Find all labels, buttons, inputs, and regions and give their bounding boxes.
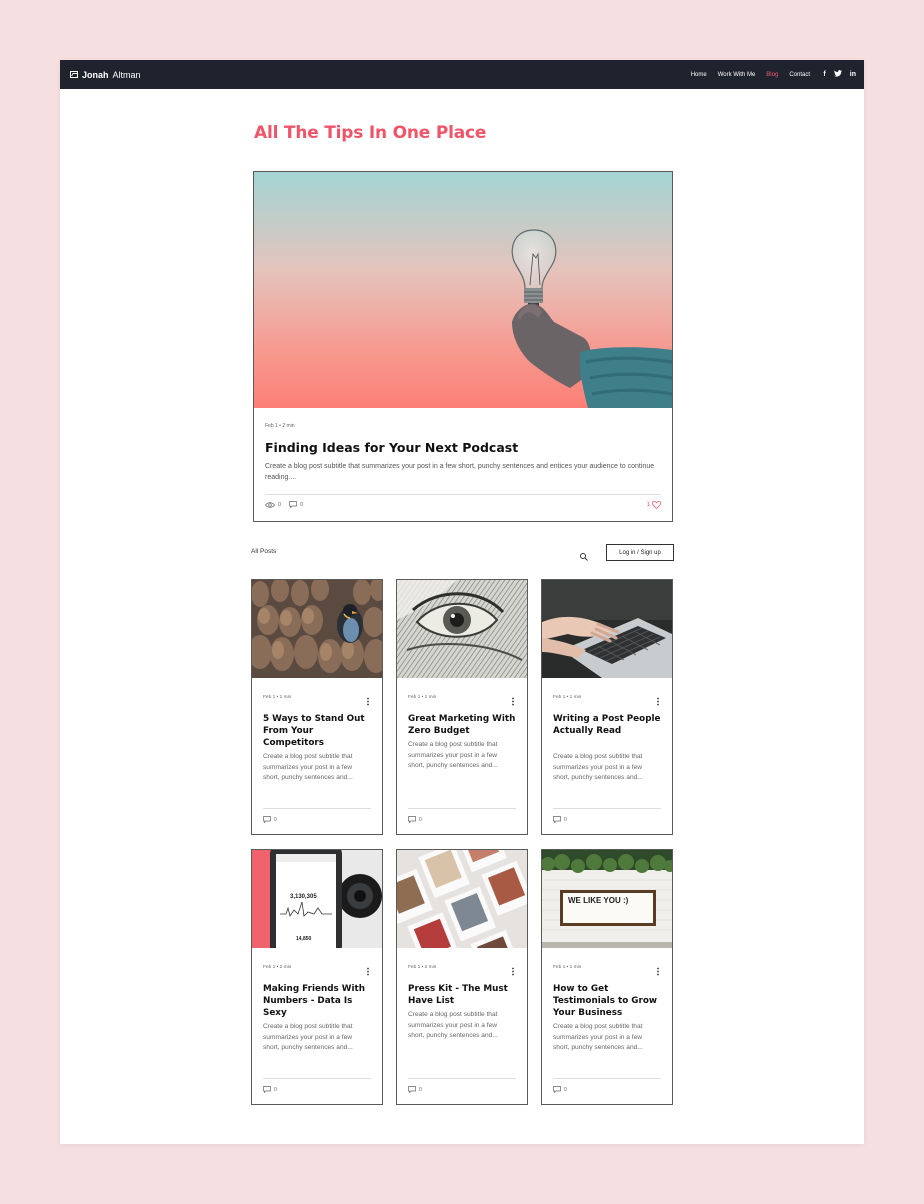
nav-blog[interactable]: Blog xyxy=(766,72,778,78)
page-title: All The Tips In One Place xyxy=(254,123,487,143)
post-image-phone-stats: 3,130,305 14,850 xyxy=(252,850,382,948)
post-excerpt: Create a blog post subtitle that summari… xyxy=(263,753,353,781)
more-options-icon[interactable] xyxy=(655,963,661,976)
page-frame: Jonah Altman Home Work With Me Blog Cont… xyxy=(60,60,864,1144)
post-card[interactable]: Feb 1 • 1 min 5 Ways to Stand Out From Y… xyxy=(251,579,383,835)
login-signup-button[interactable]: Log in / Sign up xyxy=(606,544,674,561)
like-button[interactable]: 1 xyxy=(647,501,661,509)
comment-icon xyxy=(408,816,416,823)
post-card[interactable]: WE LIKE YOU :) Feb 1 • 1 min How to Get … xyxy=(541,849,673,1105)
social-links: f in xyxy=(823,60,856,89)
site-brand[interactable]: Jonah Altman xyxy=(70,60,141,89)
comments-count: 0 xyxy=(300,501,304,508)
eye-icon xyxy=(265,501,275,508)
phone-stat-value-2: 14,850 xyxy=(296,936,312,942)
post-meta: Feb 1 • 2 min xyxy=(408,965,437,970)
comments-counter[interactable]: 0 xyxy=(553,816,567,823)
brand-first-name: Jonah xyxy=(82,69,109,80)
comment-icon xyxy=(289,501,297,508)
twitter-icon[interactable] xyxy=(833,70,842,79)
comments-counter[interactable]: 0 xyxy=(553,1086,567,1093)
post-image-laptop-typing xyxy=(542,580,672,678)
main-menu: Home Work With Me Blog Contact xyxy=(691,60,810,89)
more-options-icon[interactable] xyxy=(510,693,516,706)
sign-text: WE LIKE YOU :) xyxy=(568,896,629,905)
featured-post-meta: Feb 1 • 2 min xyxy=(265,423,295,429)
divider xyxy=(408,808,516,809)
all-posts-filter[interactable]: All Posts xyxy=(251,548,276,555)
heart-icon xyxy=(652,501,661,509)
post-image-penguins xyxy=(252,580,382,678)
divider xyxy=(553,1078,661,1079)
post-meta: Feb 1 • 1 min xyxy=(263,695,292,700)
post-image-photo-prints xyxy=(397,850,527,948)
featured-post-stats: 0 0 xyxy=(265,501,303,508)
comments-counter[interactable]: 0 xyxy=(263,816,277,823)
comment-icon xyxy=(408,1086,416,1093)
facebook-icon[interactable]: f xyxy=(823,71,825,78)
comments-counter[interactable]: 0 xyxy=(408,1086,422,1093)
more-options-icon[interactable] xyxy=(365,693,371,706)
divider xyxy=(408,1078,516,1079)
post-title[interactable]: Writing a Post People Actually Read xyxy=(553,713,665,737)
divider xyxy=(263,808,371,809)
comments-count: 0 xyxy=(564,816,567,823)
post-title[interactable]: Making Friends With Numbers - Data Is Se… xyxy=(263,983,375,1019)
top-nav-bar: Jonah Altman Home Work With Me Blog Cont… xyxy=(60,60,864,89)
comments-counter[interactable]: 0 xyxy=(289,501,303,508)
post-image-we-like-you-sign: WE LIKE YOU :) xyxy=(542,850,672,948)
featured-post-excerpt: Create a blog post subtitle that summari… xyxy=(265,463,655,481)
brand-last-name: Altman xyxy=(112,69,141,80)
post-image-banknote-eye xyxy=(397,580,527,678)
comment-icon xyxy=(263,1086,271,1093)
post-excerpt: Create a blog post subtitle that summari… xyxy=(553,753,643,781)
post-title[interactable]: 5 Ways to Stand Out From Your Competitor… xyxy=(263,713,375,749)
divider xyxy=(553,808,661,809)
logo-icon xyxy=(70,71,78,78)
comments-count: 0 xyxy=(274,1086,277,1093)
comment-icon xyxy=(263,816,271,823)
search-icon[interactable] xyxy=(579,549,589,561)
more-options-icon[interactable] xyxy=(655,693,661,706)
comments-counter[interactable]: 0 xyxy=(408,816,422,823)
comments-count: 0 xyxy=(419,1086,422,1093)
post-card[interactable]: Feb 1 • 1 min Writing a Post People Actu… xyxy=(541,579,673,835)
comment-icon xyxy=(553,1086,561,1093)
comments-counter[interactable]: 0 xyxy=(263,1086,277,1093)
post-meta: Feb 1 • 1 min xyxy=(553,695,582,700)
post-card[interactable]: Feb 1 • 1 min Great Marketing With Zero … xyxy=(396,579,528,835)
post-card[interactable]: 3,130,305 14,850 Feb 1 • 2 min Making Fr… xyxy=(251,849,383,1105)
post-excerpt: Create a blog post subtitle that summari… xyxy=(263,1023,353,1051)
likes-count: 1 xyxy=(646,502,650,508)
nav-contact[interactable]: Contact xyxy=(789,72,810,78)
post-title[interactable]: Press Kit - The Must Have List xyxy=(408,983,520,1007)
comments-count: 0 xyxy=(419,816,422,823)
post-title[interactable]: How to Get Testimonials to Grow Your Bus… xyxy=(553,983,665,1019)
post-title[interactable]: Great Marketing With Zero Budget xyxy=(408,713,520,737)
comment-icon xyxy=(553,816,561,823)
views-count: 0 xyxy=(278,501,282,508)
featured-post-image xyxy=(254,172,672,408)
linkedin-icon[interactable]: in xyxy=(850,71,856,78)
nav-home[interactable]: Home xyxy=(691,72,707,78)
post-excerpt: Create a blog post subtitle that summari… xyxy=(408,741,498,769)
divider xyxy=(265,494,661,495)
post-meta: Feb 1 • 1 min xyxy=(553,965,582,970)
post-excerpt: Create a blog post subtitle that summari… xyxy=(553,1023,643,1051)
divider xyxy=(263,1078,371,1079)
post-meta: Feb 1 • 1 min xyxy=(408,695,437,700)
featured-post-card[interactable]: Feb 1 • 2 min Finding Ideas for Your Nex… xyxy=(253,171,673,522)
more-options-icon[interactable] xyxy=(365,963,371,976)
phone-stat-value-1: 3,130,305 xyxy=(290,894,317,900)
post-card[interactable]: Feb 1 • 2 min Press Kit - The Must Have … xyxy=(396,849,528,1105)
views-counter: 0 xyxy=(265,502,281,508)
more-options-icon[interactable] xyxy=(510,963,516,976)
comments-count: 0 xyxy=(564,1086,567,1093)
comments-count: 0 xyxy=(274,816,277,823)
post-meta: Feb 1 • 2 min xyxy=(263,965,292,970)
post-excerpt: Create a blog post subtitle that summari… xyxy=(408,1011,498,1039)
nav-work-with-me[interactable]: Work With Me xyxy=(718,72,756,78)
featured-post-title[interactable]: Finding Ideas for Your Next Podcast xyxy=(265,440,518,455)
